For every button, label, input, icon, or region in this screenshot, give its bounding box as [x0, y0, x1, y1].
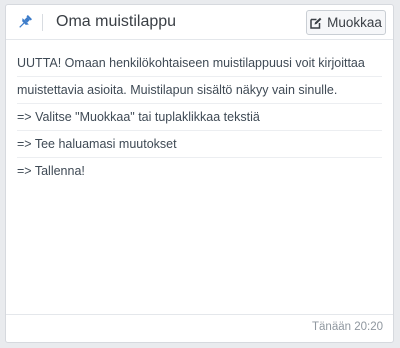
page-title: Oma muistilappu [56, 13, 177, 30]
pin-icon [17, 14, 33, 30]
note-line: => Tee haluamasi muutokset [17, 131, 382, 158]
edit-button-label: Muokkaa [327, 15, 382, 30]
note-line: => Tallenna! [17, 164, 85, 178]
note-header: Oma muistilappu Muokkaa [6, 5, 393, 40]
note-line: => Valitse "Muokkaa" tai tuplaklikkaa te… [17, 104, 382, 131]
note-footer: Tänään 20:20 [6, 314, 393, 342]
note-content[interactable]: UUTTA! Omaan henkilökohtaiseen muistilap… [17, 50, 382, 184]
note-card: Oma muistilappu Muokkaa UUTTA! Omaan hen… [5, 4, 394, 343]
note-line: UUTTA! Omaan henkilökohtaiseen muistilap… [17, 50, 382, 77]
edit-icon [310, 17, 322, 29]
timestamp: Tänään 20:20 [312, 321, 383, 333]
note-line: muistettavia asioita. Muistilapun sisält… [17, 77, 382, 104]
edit-button[interactable]: Muokkaa [306, 10, 386, 35]
header-divider [42, 14, 43, 31]
